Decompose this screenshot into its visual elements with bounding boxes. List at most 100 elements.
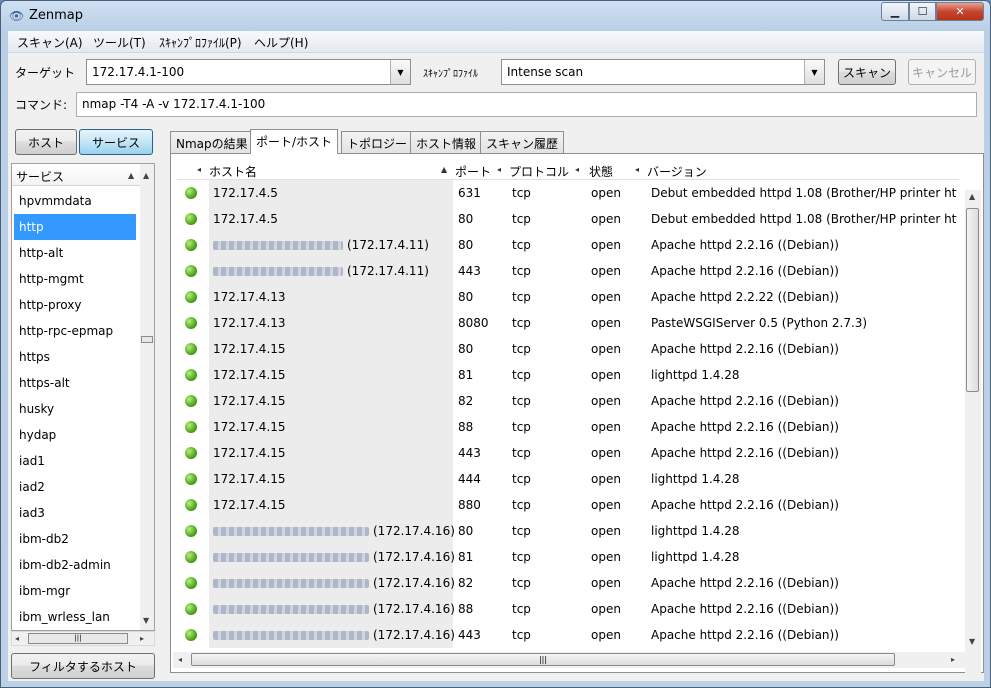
column-host[interactable]: ホスト名	[209, 163, 257, 180]
state-cell: open	[591, 420, 621, 434]
port-cell: 82	[458, 576, 474, 590]
column-state[interactable]: 状態	[589, 163, 613, 180]
target-combo[interactable]: 172.17.4.1-100 ▼	[86, 59, 411, 85]
state-cell: open	[591, 316, 621, 330]
scroll-down-icon[interactable]: ▼	[143, 616, 149, 625]
column-protocol[interactable]: プロトコル	[509, 163, 569, 180]
service-item[interactable]: https-alt	[14, 370, 136, 396]
tab-topology[interactable]: トポロジー	[341, 131, 414, 153]
title-bar[interactable]: 👁 Zenmap ▁ ☐ ✕	[1, 1, 990, 31]
host-up-icon	[185, 577, 197, 589]
command-value[interactable]: nmap -T4 -A -v 172.17.4.1-100	[82, 97, 265, 111]
host-up-icon	[185, 395, 197, 407]
scroll-left-icon[interactable]: ◂	[15, 634, 19, 643]
menu-tools[interactable]: ツール(T)	[93, 34, 146, 51]
tab-scans[interactable]: スキャン履歴	[480, 131, 565, 153]
service-item[interactable]: ibm-db2-admin	[14, 552, 136, 578]
column-port[interactable]: ポート	[455, 163, 491, 180]
scroll-right-icon[interactable]: ▸	[951, 655, 955, 664]
host-view-button[interactable]: ホスト	[15, 129, 77, 155]
service-item[interactable]: hpvmmdata	[14, 188, 136, 214]
command-input[interactable]: nmap -T4 -A -v 172.17.4.1-100	[76, 92, 977, 117]
table-row[interactable]: 172.17.4.15 880 tcp open Apache httpd 2.2.16…	[177, 492, 959, 518]
scan-button[interactable]: スキャン	[838, 59, 896, 85]
cancel-button[interactable]: キャンセル	[908, 59, 976, 85]
port-cell: 81	[458, 550, 474, 564]
table-row[interactable]: 172.17.4.15 444 tcp open lighttpd 1.4.28	[177, 466, 959, 492]
table-row[interactable]: (172.17.4.16) 82 tcp open Apache httpd 2.2.1…	[177, 570, 959, 596]
scroll-left-icon[interactable]: ◂	[178, 655, 182, 664]
close-button[interactable]: ✕	[936, 2, 984, 21]
service-item[interactable]: iad3	[14, 500, 136, 526]
version-cell: Apache httpd 2.2.22 ((Debian))	[651, 290, 839, 304]
table-row[interactable]: (172.17.4.16) 81 tcp open lighttpd 1.4.28	[177, 544, 959, 570]
chevron-down-icon[interactable]: ▼	[804, 60, 824, 84]
service-item[interactable]: ibm_wrless_lan	[14, 604, 136, 630]
port-cell: 631	[458, 186, 481, 200]
state-cell: open	[591, 342, 621, 356]
host-up-icon	[185, 187, 197, 199]
menu-help[interactable]: ヘルプ(H)	[254, 34, 308, 51]
tab-ports-hosts[interactable]: ポート/ホスト	[250, 129, 339, 154]
service-list-hscrollbar[interactable]: ◂ ||| ▸	[11, 631, 155, 646]
table-hscrollbar[interactable]: ◂ ||| ▸	[173, 652, 965, 668]
table-vscrollbar[interactable]: ▲ ▼	[965, 190, 981, 676]
table-row[interactable]: (172.17.4.11) 443 tcp open Apache httpd 2.2.…	[177, 258, 959, 284]
menu-scan[interactable]: スキャン(A)	[17, 34, 83, 51]
hscroll-thumb[interactable]: |||	[191, 653, 895, 666]
table-row[interactable]: 172.17.4.5 80 tcp open Debut embedded httpd …	[177, 206, 959, 232]
service-item[interactable]: hydap	[14, 422, 136, 448]
service-item[interactable]: ibm-mgr	[14, 578, 136, 604]
table-row[interactable]: 172.17.4.13 80 tcp open Apache httpd 2.2.22 …	[177, 284, 959, 310]
scroll-down-icon[interactable]: ▼	[969, 637, 975, 646]
service-item[interactable]: http-rpc-epmap	[14, 318, 136, 344]
service-item[interactable]: http-alt	[14, 240, 136, 266]
table-row[interactable]: 172.17.4.15 82 tcp open Apache httpd 2.2.16 …	[177, 388, 959, 414]
tab-nmap-output[interactable]: Nmapの結果	[170, 131, 254, 153]
service-view-button[interactable]: サービス	[79, 129, 153, 155]
table-row[interactable]: (172.17.4.16) 88 tcp open Apache httpd 2.2.1…	[177, 596, 959, 622]
service-item[interactable]: https	[14, 344, 136, 370]
service-list-header[interactable]: サービス ▲	[12, 164, 140, 186]
table-row[interactable]: 172.17.4.15 81 tcp open lighttpd 1.4.28	[177, 362, 959, 388]
table-row[interactable]: 172.17.4.15 88 tcp open Apache httpd 2.2.16 …	[177, 414, 959, 440]
scroll-up-icon[interactable]: ▲	[969, 192, 975, 201]
service-item[interactable]: iad2	[14, 474, 136, 500]
scroll-thumb[interactable]	[141, 336, 153, 343]
menu-profile[interactable]: ｽｷｬﾝﾌﾟﾛﾌｧｲﾙ(P)	[159, 34, 242, 51]
scroll-up-icon[interactable]: ▲	[143, 171, 149, 180]
hscroll-thumb[interactable]: |||	[28, 633, 128, 644]
maximize-button[interactable]: ☐	[909, 2, 936, 21]
service-item[interactable]: ibm-db2	[14, 526, 136, 552]
table-row[interactable]: 172.17.4.5 631 tcp open Debut embedded httpd…	[177, 180, 959, 206]
table-row[interactable]: 172.17.4.15 80 tcp open Apache httpd 2.2.16 …	[177, 336, 959, 362]
service-item[interactable]: http-mgmt	[14, 266, 136, 292]
profile-value[interactable]: Intense scan	[507, 65, 583, 79]
filter-hosts-button[interactable]: フィルタするホスト	[11, 653, 155, 679]
table-row[interactable]: (172.17.4.16) 80 tcp open lighttpd 1.4.28	[177, 518, 959, 544]
service-item[interactable]: husky	[14, 396, 136, 422]
column-version[interactable]: バージョン	[647, 163, 707, 180]
client-area: スキャン(A) ツール(T) ｽｷｬﾝﾌﾟﾛﾌｧｲﾙ(P) ヘルプ(H) ターゲ…	[8, 31, 984, 681]
port-cell: 80	[458, 212, 474, 226]
tab-host-details[interactable]: ホスト情報	[410, 131, 483, 153]
state-cell: open	[591, 264, 621, 278]
table-row[interactable]: (172.17.4.11) 80 tcp open Apache httpd 2.2.1…	[177, 232, 959, 258]
service-item[interactable]: http-proxy	[14, 292, 136, 318]
host-up-icon	[185, 239, 197, 251]
sort-left-icon: ◂	[575, 165, 580, 174]
table-row[interactable]: 172.17.4.13 8080 tcp open PasteWSGIServer 0.…	[177, 310, 959, 336]
table-row[interactable]: (172.17.4.16) 443 tcp open Apache httpd 2.2.…	[177, 622, 959, 648]
host-cell: (172.17.4.16)	[213, 524, 455, 538]
minimize-button[interactable]: ▁	[881, 2, 909, 21]
port-cell: 443	[458, 628, 481, 642]
service-item[interactable]: iad1	[14, 448, 136, 474]
target-value[interactable]: 172.17.4.1-100	[92, 65, 184, 79]
chevron-down-icon[interactable]: ▼	[390, 60, 410, 84]
service-list-scrollbar[interactable]: ▲ ▼	[140, 164, 154, 630]
scroll-right-icon[interactable]: ▸	[140, 634, 144, 643]
profile-combo[interactable]: Intense scan ▼	[501, 59, 825, 85]
scroll-thumb[interactable]	[966, 208, 979, 392]
table-row[interactable]: 172.17.4.15 443 tcp open Apache httpd 2.2.16…	[177, 440, 959, 466]
service-item[interactable]: http	[14, 214, 136, 240]
